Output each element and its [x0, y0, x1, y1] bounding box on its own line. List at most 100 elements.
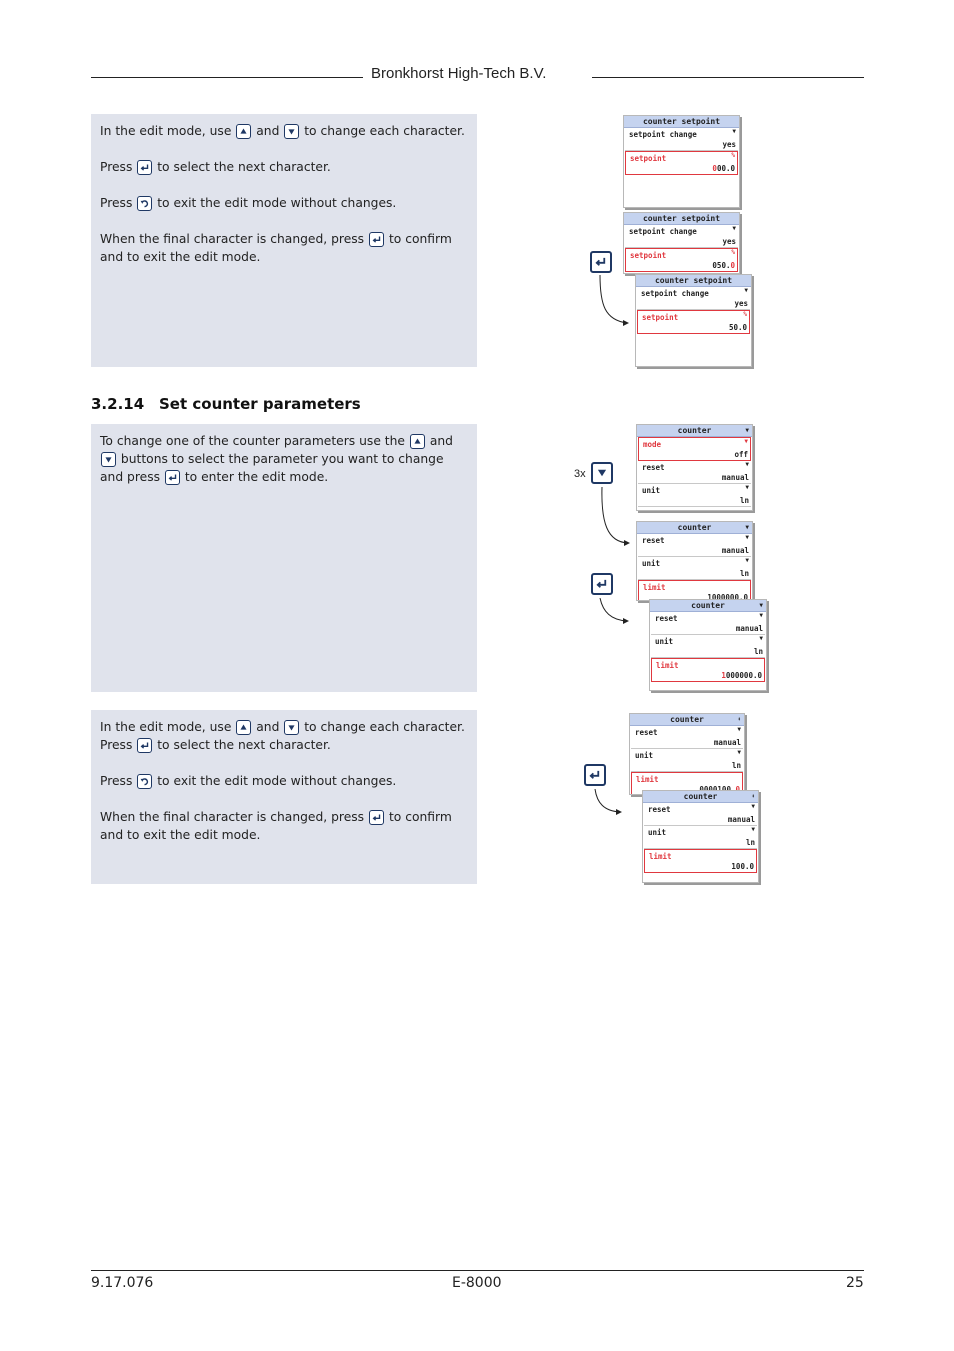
instruction-line: Press to exit the edit mode without chan… [100, 196, 397, 211]
flow-arrow [599, 275, 629, 326]
param-label: limit [636, 775, 659, 784]
dropdown-arrow-icon: ▼ [744, 287, 748, 294]
screen-title: counter setpoint [624, 116, 739, 128]
flow-arrow [594, 789, 622, 815]
param-label: unit [655, 637, 674, 646]
dropdown-arrow-icon: ▼ [759, 635, 763, 642]
scroll-updown-icon: ⬍ [737, 716, 741, 723]
instruction-line: When the final character is changed, pre… [100, 810, 452, 842]
instruction-line: Press to select the next character. [100, 160, 331, 175]
scroll-down-icon: ▼ [759, 602, 763, 609]
dropdown-arrow-icon: ▼ [751, 803, 755, 810]
param-label: reset [648, 805, 671, 814]
param-value: manual [727, 815, 755, 824]
param-label: unit [642, 486, 661, 495]
instruction-line: In the edit mode, use and to change each… [100, 720, 465, 735]
param-label: mode [643, 440, 662, 449]
param-value: manual [721, 473, 749, 482]
param-value: 100.0 [731, 862, 754, 871]
footer-doc-number: 9.17.076 [91, 1275, 154, 1291]
footer-product: E-8000 [452, 1275, 502, 1291]
dropdown-arrow-icon: ▼ [737, 749, 741, 756]
header-company: Bronkhorst High-Tech B.V. [371, 65, 547, 82]
dropdown-arrow-icon: ▼ [732, 128, 736, 135]
display-screen: counter ▼ reset ▼ manual unit ▼ ln limit 10000… [649, 599, 767, 691]
display-screen: counter setpoint setpoint change ▼ yes set… [623, 212, 740, 274]
param-value: ln [739, 569, 749, 578]
display-screen: counter ▼ mode ▼ off reset ▼ manual unit ▼ ln [636, 424, 753, 511]
enter-key-icon [164, 470, 180, 485]
display-screen: counter ▼ reset ▼ manual unit ▼ ln limit 10000… [636, 521, 753, 601]
down-key-icon [101, 452, 116, 467]
instruction-box-select-parameter: To change one of the counter parameters … [91, 424, 477, 692]
param-label: reset [642, 463, 665, 472]
param-label: setpoint [630, 154, 667, 163]
instruction-line: Press to select the next character. [100, 738, 331, 753]
instruction-line: Press to exit the edit mode without chan… [100, 774, 397, 789]
header-rule-right [592, 77, 864, 78]
enter-key-icon [590, 251, 612, 273]
unit-symbol: % [731, 249, 735, 256]
display-screen: counter setpoint setpoint change ▼ yes set… [635, 274, 752, 367]
scroll-down-icon: ▼ [745, 524, 749, 531]
instruction-line: To change one of the counter parameters … [100, 434, 453, 485]
down-key-icon [591, 462, 613, 484]
param-label: limit [643, 583, 666, 592]
enter-key-icon [591, 573, 613, 595]
scroll-updown-icon: ⬍ [751, 793, 755, 800]
param-label: unit [635, 751, 654, 760]
dropdown-arrow-icon: ▼ [751, 826, 755, 833]
dropdown-arrow-icon: ▼ [737, 726, 741, 733]
param-label: setpoint change [629, 227, 697, 236]
enter-key-icon [369, 232, 385, 247]
enter-key-icon [137, 738, 153, 753]
param-value: ln [739, 496, 749, 505]
param-value: ln [753, 647, 763, 656]
instruction-box-edit-setpoint: In the edit mode, use and to change each… [91, 114, 477, 367]
screen-title: counter ⬍ [630, 714, 744, 726]
instruction-box-edit-limit: In the edit mode, use and to change each… [91, 710, 477, 884]
param-label: limit [649, 852, 672, 861]
instruction-line: In the edit mode, use and to change each… [100, 124, 465, 139]
param-value: yes [722, 140, 736, 149]
dropdown-arrow-icon: ▼ [759, 612, 763, 619]
dropdown-arrow-icon: ▼ [744, 438, 748, 445]
param-label: setpoint [630, 251, 667, 260]
param-value: yes [734, 299, 748, 308]
enter-key-icon [137, 160, 153, 175]
param-label: setpoint [642, 313, 679, 322]
escape-key-icon [137, 196, 153, 211]
screen-title: counter setpoint [636, 275, 751, 287]
display-screen: counter ⬍ reset ▼ manual unit ▼ ln limit 100.0 [642, 790, 759, 883]
param-value: 050.0 [712, 261, 735, 270]
param-label: unit [642, 559, 661, 568]
param-value: 1000000.0 [721, 671, 762, 680]
escape-key-icon [137, 774, 153, 789]
param-label: unit [648, 828, 667, 837]
enter-key-icon [584, 764, 606, 786]
enter-key-icon [369, 810, 385, 825]
up-key-icon [236, 124, 252, 139]
param-value: 50.0 [728, 323, 747, 332]
dropdown-arrow-icon: ▼ [745, 484, 749, 491]
param-label: reset [655, 614, 678, 623]
dropdown-arrow-icon: ▼ [732, 225, 736, 232]
footer-rule [91, 1270, 864, 1271]
param-label: reset [635, 728, 658, 737]
param-value: manual [721, 546, 749, 555]
unit-symbol: % [731, 152, 735, 159]
down-key-icon [284, 720, 300, 735]
param-value: 000.0 [712, 164, 735, 173]
param-label: limit [656, 661, 679, 670]
flow-arrow [599, 598, 629, 624]
display-screen: counter setpoint setpoint change ▼ yes set… [623, 115, 740, 208]
param-label: setpoint change [641, 289, 709, 298]
param-label: reset [642, 536, 665, 545]
dropdown-arrow-icon: ▼ [745, 557, 749, 564]
dropdown-arrow-icon: ▼ [745, 534, 749, 541]
screen-title: counter ▼ [637, 425, 752, 437]
unit-symbol: % [743, 311, 747, 318]
repeat-count: 3x [574, 468, 586, 480]
instruction-line: When the final character is changed, pre… [100, 232, 452, 264]
param-value: ln [745, 838, 755, 847]
